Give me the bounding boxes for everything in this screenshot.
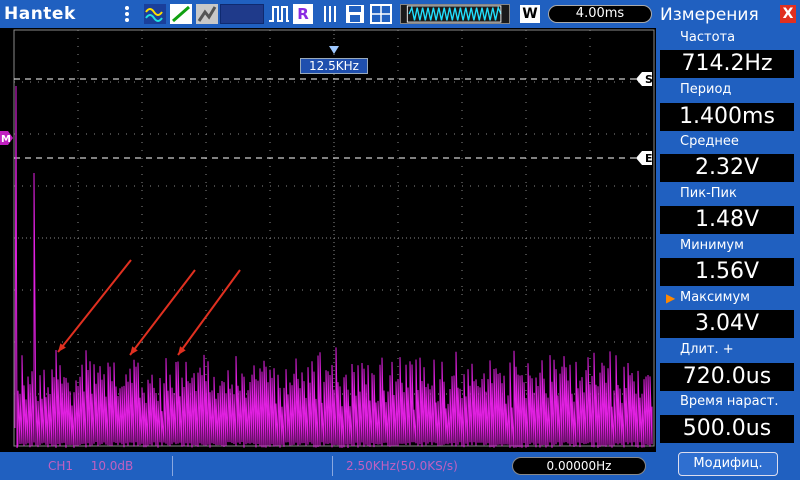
channel-scale-readout[interactable]: CH1 10.0dB [48,458,168,474]
divider-bars-icon [324,6,336,22]
measurement-value-peak-to-peak[interactable]: 1.48V [660,206,794,234]
measurement-value-rise-time[interactable]: 500.0us [660,415,794,443]
measurement-value-minimum[interactable]: 1.56V [660,258,794,286]
modify-button[interactable]: Модифиц. [678,452,778,476]
top-toolbar: Hantek R W 4.00ms [0,0,656,28]
measurement-value-positive-width[interactable]: 720.0us [660,363,794,391]
measurement-label-period: Период [680,82,732,97]
panel-title: Измерения [660,5,759,25]
cursor-marker-e-label: E [645,152,653,165]
measurement-label-frequency: Частота [680,30,736,45]
channel-marker-m-label: M [1,134,11,145]
fft-display: S E M 12.5KHz [0,28,656,452]
bottom-status-bar: CH1 10.0dB 2.50KHz(50.0KS/s) 0.00000Hz [0,452,656,480]
cursor-marker-e: E [636,151,653,165]
measurement-label-peak-to-peak: Пик-Пик [680,186,737,201]
channel-label: CH1 [48,459,74,473]
annotation-arrows [57,259,241,356]
run-mode-badge[interactable]: R [293,4,313,24]
annotation-arrow-line [129,269,196,356]
waveform-icon[interactable] [144,4,166,24]
cursor-marker-s: S [636,72,653,86]
status-divider [332,456,333,476]
persistence-icon[interactable] [196,4,218,24]
center-frequency-label: 12.5KHz [300,58,368,74]
measurement-label-maximum: Максимум [680,290,750,305]
status-divider [172,456,173,476]
status-dots-icon [125,6,129,22]
selected-indicator-icon: ▶ [666,291,676,305]
span-rate-readout[interactable]: 2.50KHz(50.0KS/s) [346,458,496,474]
frequency-readout[interactable]: 0.00000Hz [512,457,646,475]
display-grid-icon[interactable] [370,4,392,24]
signal-indicator-panel [220,4,264,24]
timebase-mode-badge[interactable]: W [520,5,540,23]
slope-icon[interactable] [170,4,192,24]
annotation-arrow-line [57,259,132,353]
measurement-label-positive-width: Длит. + [680,342,734,357]
cursor-lines [14,78,638,159]
measurement-value-maximum[interactable]: 3.04V [660,310,794,338]
scale-label: 10.0dB [90,459,134,473]
timebase-waveform-strip[interactable] [400,4,510,24]
measurement-value-mean[interactable]: 2.32V [660,154,794,182]
brand-logo: Hantek [4,4,76,24]
measurement-label-minimum: Минимум [680,238,744,253]
measurement-label-mean: Среднее [680,134,739,149]
channel-marker-m: M [0,131,13,145]
cursor-marker-s-label: S [645,73,653,86]
close-button[interactable]: X [780,5,796,23]
fft-plot-svg: S E M [0,29,655,449]
measurement-value-frequency[interactable]: 714.2Hz [660,50,794,78]
pulse-run-icon[interactable] [268,4,290,24]
measurement-label-rise-time: Время нараст. [680,394,779,409]
timebase-readout: 4.00ms [548,5,652,23]
measurement-value-period[interactable]: 1.400ms [660,103,794,131]
trigger-position-marker [329,46,339,54]
save-icon[interactable] [345,4,365,24]
oscilloscope-screen: Hantek R W 4.00ms S E M 12.5KHz CH1 10.0… [0,0,800,480]
